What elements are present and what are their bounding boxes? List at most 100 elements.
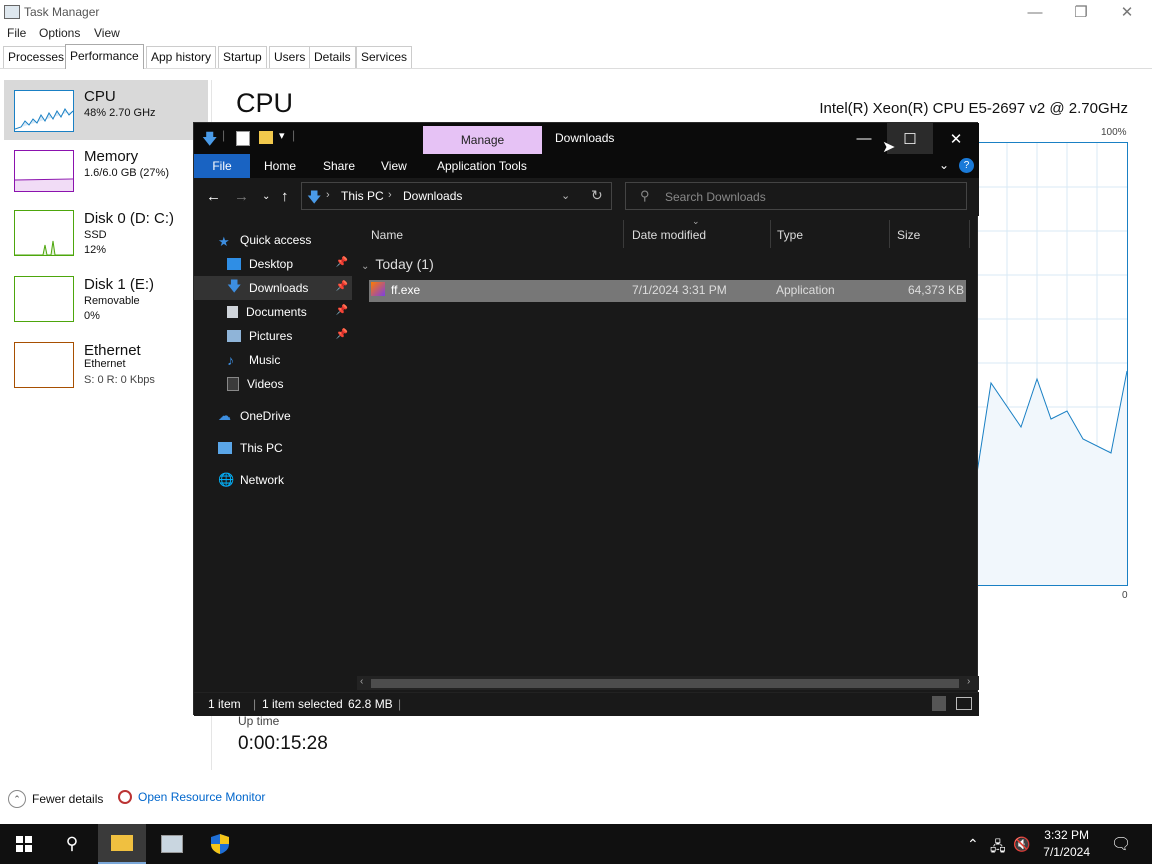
refresh-icon[interactable]: ↻ [591, 187, 603, 204]
ethernet-thumbnail-graph [14, 342, 74, 388]
application-file-icon [371, 282, 385, 296]
ribbon-file-tab[interactable]: File [194, 154, 250, 178]
network-icon[interactable]: 🖧 [990, 836, 1006, 860]
perf-item-ethernet[interactable]: Ethernet Ethernet S: 0 R: 0 Kbps [4, 334, 208, 394]
menu-file[interactable]: File [7, 26, 26, 40]
back-button[interactable]: ← [206, 188, 221, 205]
tab-processes[interactable]: Processes [3, 46, 70, 68]
column-separator[interactable] [889, 220, 890, 248]
nav-music[interactable]: ♪ Music [194, 348, 352, 372]
properties-icon[interactable] [236, 131, 250, 146]
perf-sub-cpu: 48% 2.70 GHz [84, 107, 156, 119]
start-button[interactable] [0, 824, 48, 864]
file-date-modified: 7/1/2024 3:31 PM [632, 283, 727, 297]
nav-quick-access[interactable]: ★ Quick access [194, 228, 352, 252]
forward-button[interactable]: → [234, 188, 249, 205]
search-button[interactable]: ⚲ [48, 824, 96, 864]
page-title: CPU [236, 88, 294, 118]
nav-label-music: Music [249, 353, 281, 367]
cpu-model: Intel(R) Xeon(R) CPU E5-2697 v2 @ 2.70GH… [819, 100, 1128, 117]
taskbar-security[interactable] [196, 824, 244, 864]
scrollbar-thumb[interactable] [371, 679, 959, 688]
minimize-button[interactable]: — [1012, 0, 1058, 24]
breadcrumb-downloads[interactable]: Downloads [403, 189, 462, 203]
open-resource-monitor-link[interactable]: Open Resource Monitor [118, 790, 265, 804]
perf-item-disk1[interactable]: Disk 1 (E:) Removable 0% [4, 268, 208, 328]
large-icons-view-icon[interactable] [956, 697, 972, 710]
tab-performance[interactable]: Performance [65, 44, 144, 69]
column-header-size[interactable]: Size [897, 228, 920, 242]
menu-options[interactable]: Options [39, 26, 80, 40]
column-header-date-modified[interactable]: Date modified [632, 228, 706, 242]
restore-button[interactable]: ❐ [1058, 0, 1104, 24]
tab-services[interactable]: Services [356, 46, 413, 68]
scroll-left-icon[interactable]: ‹ [360, 676, 363, 687]
explorer-close-button[interactable]: ✕ [933, 123, 979, 154]
column-separator[interactable] [623, 220, 624, 248]
column-separator[interactable] [770, 220, 771, 248]
perf-sub-memory: 1.6/6.0 GB (27%) [84, 167, 169, 179]
volume-muted-icon[interactable]: 🔇 [1013, 836, 1030, 853]
nav-videos[interactable]: Videos [194, 372, 352, 396]
explorer-titlebar: 🡇 | ▾ | Manage Downloads — ☐ ✕ ➤ [194, 123, 979, 156]
taskbar: ⚲ ⌃ 🖧 🔇 3:32 PM 7/1/2024 🗨 [0, 824, 1152, 864]
navigation-bar: ← → ⌄ ↑ 🡇 › This PC › Downloads ⌄ ↻ ⚲ Se… [194, 178, 979, 216]
perf-sub-ethernet-adapter: Ethernet [84, 358, 126, 370]
search-box[interactable]: ⚲ Search Downloads [625, 182, 967, 210]
nav-pictures[interactable]: Pictures 📌 [194, 324, 352, 348]
window-title: Task Manager [24, 5, 100, 19]
tab-users[interactable]: Users [269, 46, 311, 68]
column-header-type[interactable]: Type [777, 228, 803, 242]
nav-onedrive[interactable]: ☁ OneDrive [194, 404, 352, 428]
address-bar[interactable]: 🡇 › This PC › Downloads ⌄ ↻ [301, 182, 612, 210]
ribbon-expand-icon[interactable]: ⌄ [939, 158, 949, 172]
scroll-right-icon[interactable]: › [967, 676, 970, 687]
perf-item-memory[interactable]: Memory 1.6/6.0 GB (27%) [4, 140, 208, 200]
perf-item-cpu[interactable]: CPU 48% 2.70 GHz [4, 80, 208, 140]
recent-locations-button[interactable]: ⌄ [262, 191, 270, 202]
explorer-minimize-button[interactable]: — [841, 123, 887, 154]
tab-details[interactable]: Details [309, 46, 356, 68]
close-button[interactable]: ✕ [1104, 0, 1150, 24]
manage-context-tab[interactable]: Manage [423, 126, 542, 154]
taskmanager-footer: ⌃ Fewer details Open Resource Monitor [0, 786, 1152, 814]
new-folder-icon[interactable] [259, 131, 273, 144]
ribbon-home-tab[interactable]: Home [264, 159, 296, 173]
group-header-label: Today (1) [375, 256, 434, 272]
taskbar-task-manager[interactable] [148, 824, 196, 864]
address-dropdown-icon[interactable]: ⌄ [561, 189, 570, 202]
qat-dropdown-icon[interactable]: ▾ [279, 129, 285, 142]
ribbon-view-tab[interactable]: View [381, 159, 407, 173]
file-row[interactable]: ff.exe 7/1/2024 3:31 PM Application 64,3… [369, 280, 966, 302]
details-view-icon[interactable] [932, 696, 946, 711]
breadcrumb-this-pc[interactable]: This PC [341, 189, 384, 203]
horizontal-scrollbar[interactable]: ‹ › [357, 676, 979, 690]
up-button[interactable]: ↑ [281, 188, 289, 205]
tab-startup[interactable]: Startup [218, 46, 267, 68]
perf-item-disk0[interactable]: Disk 0 (D: C:) SSD 12% [4, 202, 208, 262]
nav-desktop[interactable]: Desktop 📌 [194, 252, 352, 276]
group-header-today[interactable]: ⌄ Today (1) [361, 256, 434, 272]
ribbon-share-tab[interactable]: Share [323, 159, 355, 173]
nav-network[interactable]: 🌐 Network [194, 468, 352, 492]
show-hidden-icons-icon[interactable]: ⌃ [967, 836, 979, 853]
nav-downloads[interactable]: 🡇 Downloads 📌 [194, 276, 352, 300]
taskmanager-app-icon [4, 5, 20, 19]
chevron-up-icon: ⌃ [8, 790, 26, 808]
perf-sub-disk0-type: SSD [84, 229, 107, 241]
nav-documents[interactable]: Documents 📌 [194, 300, 352, 324]
tab-app-history[interactable]: App history [146, 46, 217, 68]
star-icon: ★ [218, 234, 230, 249]
explorer-window: 🡇 | ▾ | Manage Downloads — ☐ ✕ ➤ File Ho… [193, 122, 979, 716]
notifications-icon[interactable]: 🗨 [1111, 834, 1131, 854]
uptime-value: 0:00:15:28 [238, 733, 328, 754]
column-separator[interactable] [969, 220, 970, 248]
fewer-details-button[interactable]: ⌃ Fewer details [8, 790, 103, 808]
ribbon-application-tools-tab[interactable]: Application Tools [437, 159, 527, 173]
nav-this-pc[interactable]: This PC [194, 436, 352, 460]
clock[interactable]: 3:32 PM 7/1/2024 [1043, 828, 1090, 859]
taskbar-file-explorer[interactable] [98, 824, 146, 864]
help-icon[interactable]: ? [959, 158, 974, 173]
menu-view[interactable]: View [94, 26, 120, 40]
column-header-name[interactable]: Name [371, 228, 403, 242]
